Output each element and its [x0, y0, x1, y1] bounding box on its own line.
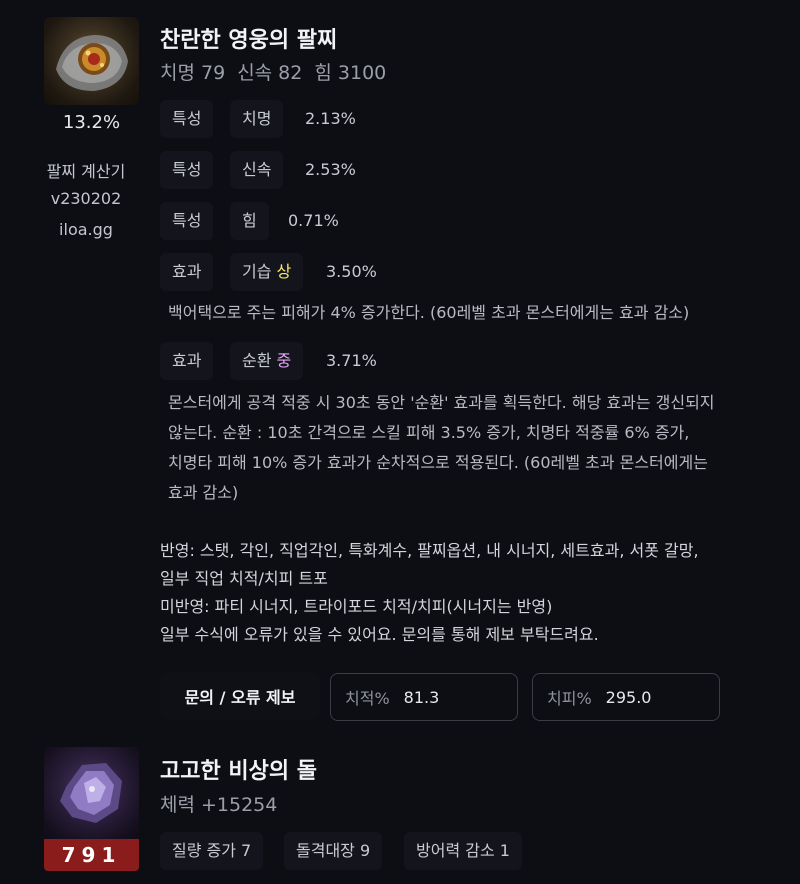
row-value: 0.71%: [288, 211, 339, 230]
row-type-chip: 효과: [160, 253, 214, 291]
ability-stone-icon: [44, 747, 139, 839]
crit-damage-label: 치피%: [547, 689, 592, 708]
desc-line: 몬스터에게 공격 적중 시 30초 동안 '순환' 효과를 획득한다. 해당 효…: [168, 393, 715, 412]
row-name-chip: 치명: [230, 100, 284, 138]
report-error-button[interactable]: 문의 / 오류 제보: [160, 672, 320, 720]
row-type-chip: 효과: [160, 342, 214, 380]
effect-name: 순환: [242, 351, 272, 370]
calculator-name: 팔찌 계산기: [46, 162, 126, 181]
row-name-chip: 순환 중: [230, 342, 304, 380]
stone-stat: 체력 +15254: [160, 794, 278, 816]
quality-percent: 13.2%: [62, 112, 121, 133]
row-type-chip: 특성: [160, 151, 214, 189]
row-value: 3.50%: [326, 262, 377, 281]
stone-code-badge: 791: [44, 839, 139, 871]
effect-description: 백어택으로 주는 피해가 4% 증가한다. (60레벨 초과 몬스터에게는 효과…: [168, 303, 690, 322]
crit-rate-field[interactable]: 치적%: [330, 673, 518, 721]
effect-name: 기습: [242, 262, 272, 281]
engraving-chip: 방어력 감소 1: [404, 832, 522, 870]
engraving-chip: 돌격대장 9: [284, 832, 383, 870]
effect-grade: 상: [276, 262, 292, 281]
row-value: 2.53%: [305, 160, 356, 179]
calculator-site: iloa.gg: [59, 220, 113, 239]
crit-rate-input[interactable]: [403, 687, 504, 707]
stone-title: 고고한 비상의 돌: [160, 759, 317, 784]
engraving-chip: 질량 증가 7: [160, 832, 264, 870]
row-type-chip: 특성: [160, 202, 214, 240]
note-line: 일부 직업 치적/치피 트포: [160, 569, 328, 588]
stat-str: 힘 3100: [314, 62, 387, 84]
row-value: 2.13%: [305, 109, 356, 128]
desc-line: 효과 감소): [168, 483, 239, 502]
stat-swift: 신속 82: [237, 62, 303, 84]
note-line: 반영: 스탯, 각인, 직업각인, 특화계수, 팔찌옵션, 내 시너지, 세트효…: [160, 541, 699, 560]
calc-notes: 반영: 스탯, 각인, 직업각인, 특화계수, 팔찌옵션, 내 시너지, 세트효…: [160, 539, 790, 647]
crit-damage-input[interactable]: [605, 687, 706, 707]
note-line: 미반영: 파티 시너지, 트라이포드 치적/치피(시너지는 반영): [160, 597, 553, 616]
effect-grade: 중: [276, 351, 292, 370]
effect-description: 몬스터에게 공격 적중 시 30초 동안 '순환' 효과를 획득한다. 해당 효…: [168, 388, 715, 508]
desc-line: 치명타 피해 10% 증가 효과가 순차적으로 적용된다. (60레벨 초과 몬…: [168, 453, 708, 472]
note-line: 일부 수식에 오류가 있을 수 있어요. 문의를 통해 제보 부탁드려요.: [160, 625, 599, 644]
desc-line: 않는다. 순환 : 10초 간격으로 스킬 피해 3.5% 증가, 치명타 적중…: [168, 423, 690, 442]
row-name-chip: 신속: [230, 151, 284, 189]
calculator-version: v230202: [50, 189, 122, 208]
bracelet-icon: [44, 17, 139, 105]
item-stats: 치명 79 신속 82 힘 3100: [160, 58, 398, 85]
crit-rate-label: 치적%: [345, 689, 390, 708]
row-type-chip: 특성: [160, 100, 214, 138]
item-title: 찬란한 영웅의 팔찌: [160, 28, 338, 53]
crit-damage-field[interactable]: 치피%: [532, 673, 720, 721]
stat-crit: 치명 79: [160, 62, 226, 84]
row-value: 3.71%: [326, 351, 377, 370]
row-name-chip: 기습 상: [230, 253, 304, 291]
row-name-chip: 힘: [230, 202, 269, 240]
